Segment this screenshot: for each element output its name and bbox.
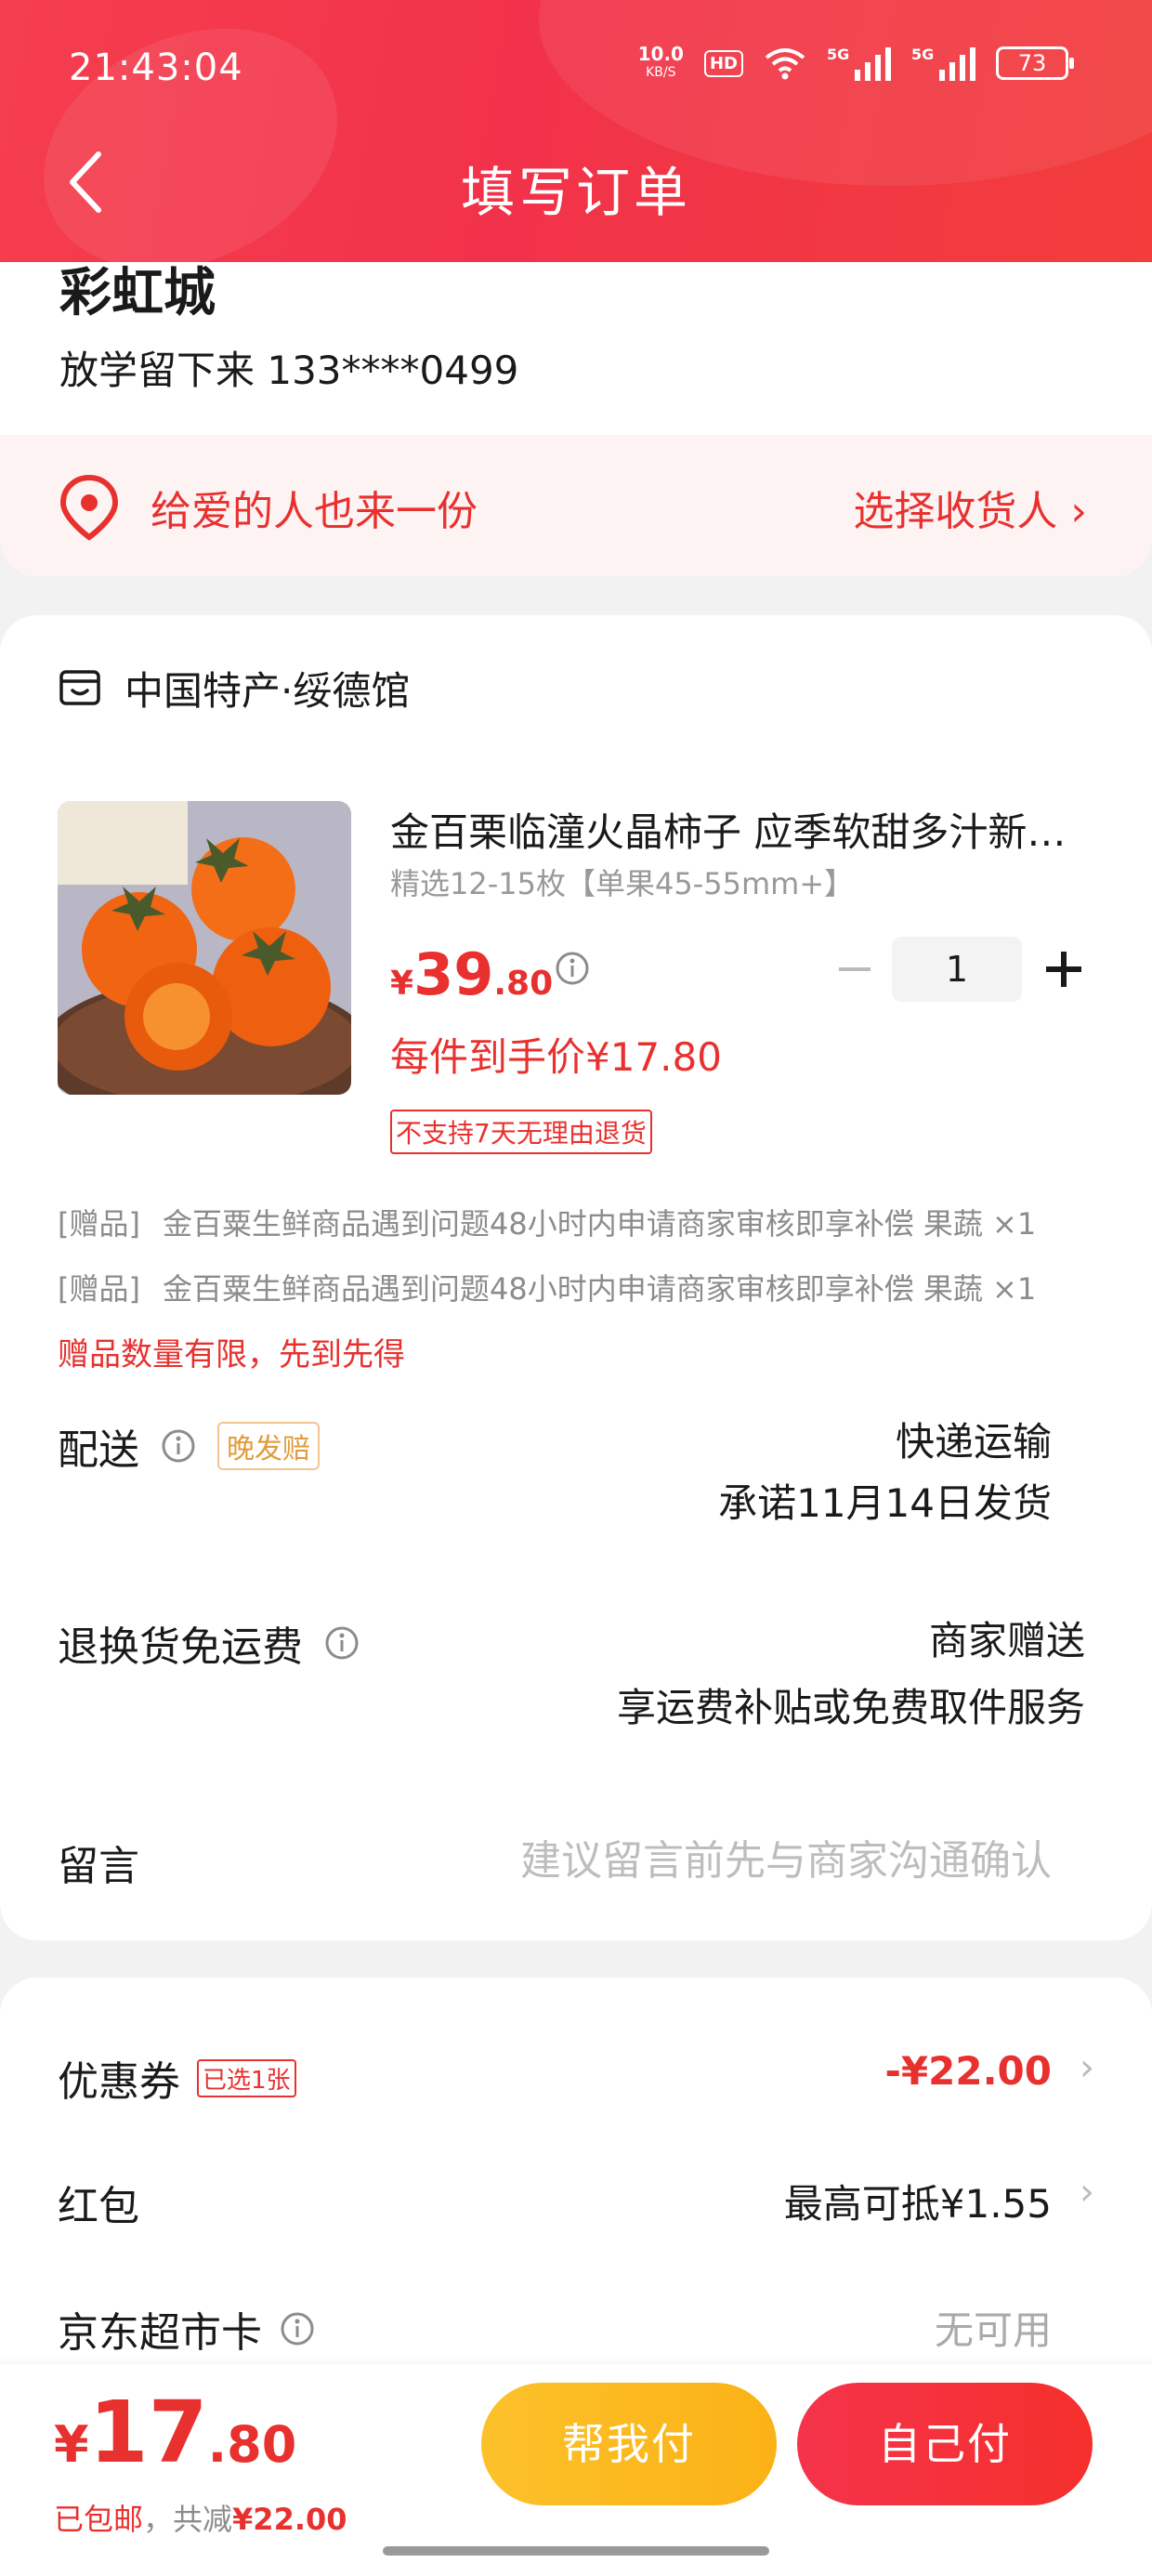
price-currency: ¥ [390,965,414,1003]
home-indicator[interactable] [383,2546,769,2556]
shop-name: 中国特产·绥德馆 [124,668,411,714]
signal-label: 5G [911,46,935,63]
address-title: 彩虹城 [59,263,216,323]
net-speed-value: 10.0 [637,43,684,65]
choose-recipient-label: 选择收货人 [853,488,1058,535]
battery-icon: 73 [996,46,1074,80]
shop-row[interactable]: 中国特产·绥德馆 [58,660,410,716]
page-title: 填写订单 [460,161,691,224]
quantity-field[interactable]: 1 [892,937,1022,1002]
coupon-label-row: 优惠券 已选1张 [58,2048,296,2108]
supermarket-card-value: 无可用 [934,2307,1052,2353]
decrease-button[interactable] [818,937,892,1002]
gift-limit-note: 赠品数量有限，先到先得 [58,1336,405,1373]
return-shipping-label: 退换货免运费 [58,1623,303,1671]
info-icon[interactable] [279,2310,316,2347]
gift-tag: [赠品] [58,1206,140,1242]
total-currency: ¥ [54,2415,89,2474]
order-card: 中国特产·绥德馆 金百栗临潼火晶柿子 应季软甜多汁新鲜水果 精选12-15枚【单… [0,615,1152,1940]
gift-text: 金百粟生鲜商品遇到问题48小时内申请商家审核即享补偿 果蔬 ×1 [162,1206,1037,1242]
signal-icon: 5G [911,46,975,81]
gift-line: [赠品] 金百粟生鲜商品遇到问题48小时内申请商家审核即享补偿 果蔬 ×1 [58,1266,1036,1308]
self-pay-button[interactable]: 自己付 [797,2383,1093,2505]
status-icons: 10.0 KB/S HD 5G 5G 73 [638,45,1074,82]
info-icon[interactable] [323,1624,360,1662]
increase-button[interactable] [1022,937,1106,1002]
total-decimal: .80 [207,2415,297,2474]
return-shipping-value: 商家赠送 [928,1618,1085,1663]
free-shipping-text: 已包邮 [54,2502,144,2537]
choose-recipient-button[interactable]: 选择收货人 › [853,478,1087,537]
late-ship-badge: 晚发赔 [217,1422,320,1470]
persimmon-image [58,801,351,1095]
gift-text: 给爱的人也来一份 [151,488,478,535]
redpacket-label: 红包 [58,2183,139,2230]
return-shipping-desc: 享运费补贴或免费取件服务 [616,1685,1085,1730]
redpacket-value[interactable]: 最高可抵¥1.55 [784,2173,1052,2229]
wifi-icon [765,48,805,80]
delivery-label: 配送 [58,1426,139,1474]
quantity-stepper: 1 [818,937,1106,1002]
product-price: ¥39.80 [390,940,553,1008]
info-icon[interactable] [160,1427,197,1465]
info-icon[interactable] [554,950,591,987]
header: 21:43:04 10.0 KB/S HD 5G 5G 73 填写订单 [0,0,1152,262]
gift-text: 金百粟生鲜商品遇到问题48小时内申请商家审核即享补偿 果蔬 ×1 [162,1271,1037,1307]
status-time: 21:43:04 [69,46,243,89]
signal-label: 5G [827,46,850,63]
net-speed: 10.0 KB/S [638,45,684,82]
total-price: ¥17.80 [54,2383,296,2482]
unit-final-price: 每件到手价¥17.80 [390,1034,722,1080]
price-integer: 39 [413,940,494,1008]
saved-amount: ¥22.00 [232,2502,347,2537]
address-card[interactable]: 彩虹城 放学留下来 133****0499 给爱的人也来一份 选择收货人 › [0,223,1152,576]
help-pay-button[interactable]: 帮我付 [481,2383,777,2505]
coupon-selected-badge: 已选1张 [197,2058,296,2097]
recipient-info: 放学留下来 133****0499 [59,348,519,393]
net-speed-unit: KB/S [646,65,676,80]
chevron-right-icon[interactable]: › [1080,2171,1094,2214]
product-name[interactable]: 金百栗临潼火晶柿子 应季软甜多汁新鲜水果 [390,801,1096,858]
chevron-right-icon: › [1070,488,1087,535]
minus-icon [839,967,871,971]
location-pin-icon [59,474,119,541]
card-label-row: 京东超市卡 [58,2299,316,2359]
shop-icon [58,664,102,713]
total-integer: 17 [88,2383,208,2482]
hd-icon: HD [703,49,743,77]
supermarket-card-label: 京东超市卡 [58,2309,262,2357]
gift-tag: [赠品] [58,1271,140,1307]
price-decimal: .80 [493,965,554,1003]
return-shipping-label-row: 退换货免运费 [58,1613,360,1673]
delivery-promise: 承诺11月14日发货 [718,1480,1052,1526]
product-spec: 精选12-15枚【单果45-55mm+】 [390,866,855,901]
delivery-method[interactable]: 快递运输 [896,1411,1052,1467]
gift-recipient-bar[interactable]: 给爱的人也来一份 选择收货人 › [0,435,1152,576]
product-image[interactable] [58,801,351,1095]
memo-label: 留言 [58,1833,139,1892]
shipping-note: 已包邮，共减¥22.00 [54,2496,347,2539]
gift-line: [赠品] 金百粟生鲜商品遇到问题48小时内申请商家审核即享补偿 果蔬 ×1 [58,1201,1036,1243]
memo-label-text: 留言 [58,1843,139,1890]
signal-icon: 5G [827,46,891,81]
memo-input[interactable]: 建议留言前先与商家沟通确认 [520,1827,1052,1886]
saved-prefix: ，共减 [143,2502,233,2537]
redpacket-label-row: 红包 [58,2173,139,2232]
coupon-label: 优惠券 [58,2058,180,2106]
delivery-label-row: 配送 晚发赔 [58,1416,320,1476]
coupon-value[interactable]: -¥22.00 [884,2048,1052,2094]
checkout-bar: ¥17.80 已包邮，共减¥22.00 帮我付 自己付 [0,2364,1152,2576]
chevron-right-icon[interactable]: › [1080,2046,1094,2089]
no-return-badge: 不支持7天无理由退货 [390,1110,652,1154]
